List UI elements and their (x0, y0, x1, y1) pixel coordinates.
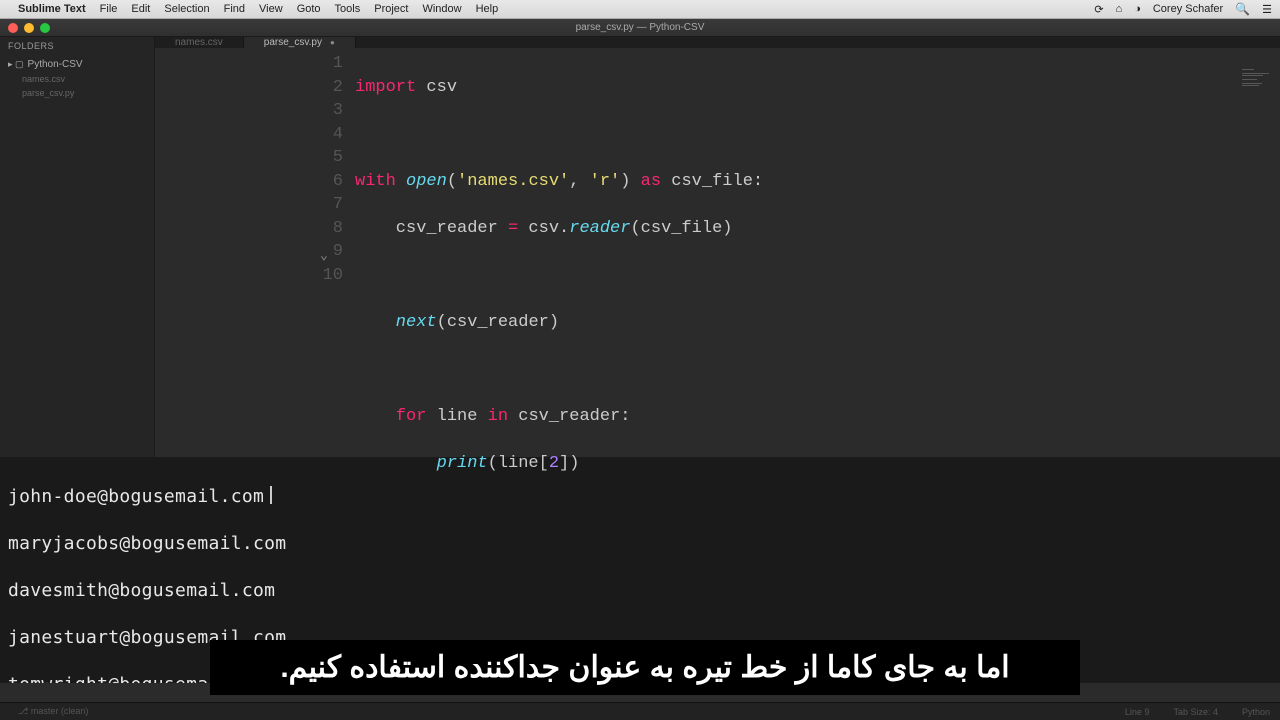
macos-menubar: Sublime Text File Edit Selection Find Vi… (0, 0, 1280, 19)
close-window-button[interactable] (8, 23, 18, 33)
menu-window[interactable]: Window (422, 3, 461, 15)
status-icon-2[interactable]: ⌂ (1116, 3, 1123, 15)
tab-dirty-icon: ● (330, 38, 335, 47)
menu-selection[interactable]: Selection (164, 3, 209, 15)
menubar-user[interactable]: Corey Schafer (1153, 3, 1223, 15)
minimap[interactable] (1242, 69, 1272, 89)
status-icon-1[interactable]: ⟳ (1094, 3, 1103, 16)
status-line[interactable]: Line 9 (1125, 707, 1150, 717)
status-branch[interactable]: ⎇ master (clean) (18, 706, 88, 717)
menu-icon[interactable]: ☰ (1262, 3, 1272, 16)
tab-label: parse_csv.py (264, 37, 322, 48)
sidebar-header: FOLDERS (8, 41, 146, 51)
folder-root[interactable]: ▸ ▢ Python-CSV (8, 57, 146, 72)
menu-help[interactable]: Help (476, 3, 499, 15)
tab-names-csv[interactable]: names.csv (155, 37, 244, 48)
fold-marker[interactable]: ⌄ (320, 244, 328, 268)
menu-file[interactable]: File (100, 3, 118, 15)
code-content[interactable]: import csv with open('names.csv', 'r') a… (355, 52, 1280, 569)
sidebar: FOLDERS ▸ ▢ Python-CSV names.csv parse_c… (0, 37, 155, 457)
tab-bar: names.csv parse_csv.py ● (155, 37, 1280, 48)
file-item-1[interactable]: names.csv (8, 72, 146, 86)
editor-main: FOLDERS ▸ ▢ Python-CSV names.csv parse_c… (0, 37, 1280, 457)
statusbar: ⎇ master (clean) Line 9 Tab Size: 4 Pyth… (0, 702, 1280, 720)
spotlight-icon[interactable]: 🔍 (1235, 2, 1250, 16)
subtitle-overlay: اما به جای کاما از خط تیره به عنوان جداک… (210, 640, 1080, 695)
menu-edit[interactable]: Edit (131, 3, 150, 15)
editor-area: names.csv parse_csv.py ● 1 2 3 4 5 6 7 8… (155, 37, 1280, 457)
status-syntax[interactable]: Python (1242, 707, 1270, 717)
menu-tools[interactable]: Tools (335, 3, 361, 15)
gutter: 1 2 3 4 5 6 7 8 9 10 ⌄ (155, 52, 355, 569)
menu-find[interactable]: Find (224, 3, 245, 15)
menu-view[interactable]: View (259, 3, 283, 15)
menu-goto[interactable]: Goto (297, 3, 321, 15)
tab-parse-csv[interactable]: parse_csv.py ● (244, 37, 356, 48)
traffic-lights (8, 23, 50, 33)
folder-label: Python-CSV (28, 59, 83, 70)
status-icon-3[interactable]: ◑ (1134, 3, 1141, 15)
status-tabsize[interactable]: Tab Size: 4 (1173, 707, 1218, 717)
window-title: parse_csv.py — Python-CSV (576, 22, 705, 33)
file-item-2[interactable]: parse_csv.py (8, 86, 146, 100)
window-titlebar: parse_csv.py — Python-CSV (0, 19, 1280, 37)
app-name[interactable]: Sublime Text (18, 3, 86, 15)
terminal-line: davesmith@bogusemail.com (8, 579, 1272, 603)
maximize-window-button[interactable] (40, 23, 50, 33)
minimize-window-button[interactable] (24, 23, 34, 33)
menu-project[interactable]: Project (374, 3, 408, 15)
code-pane[interactable]: 1 2 3 4 5 6 7 8 9 10 ⌄ import csv with o… (155, 48, 1280, 569)
folder-icon: ▸ ▢ (8, 59, 24, 70)
